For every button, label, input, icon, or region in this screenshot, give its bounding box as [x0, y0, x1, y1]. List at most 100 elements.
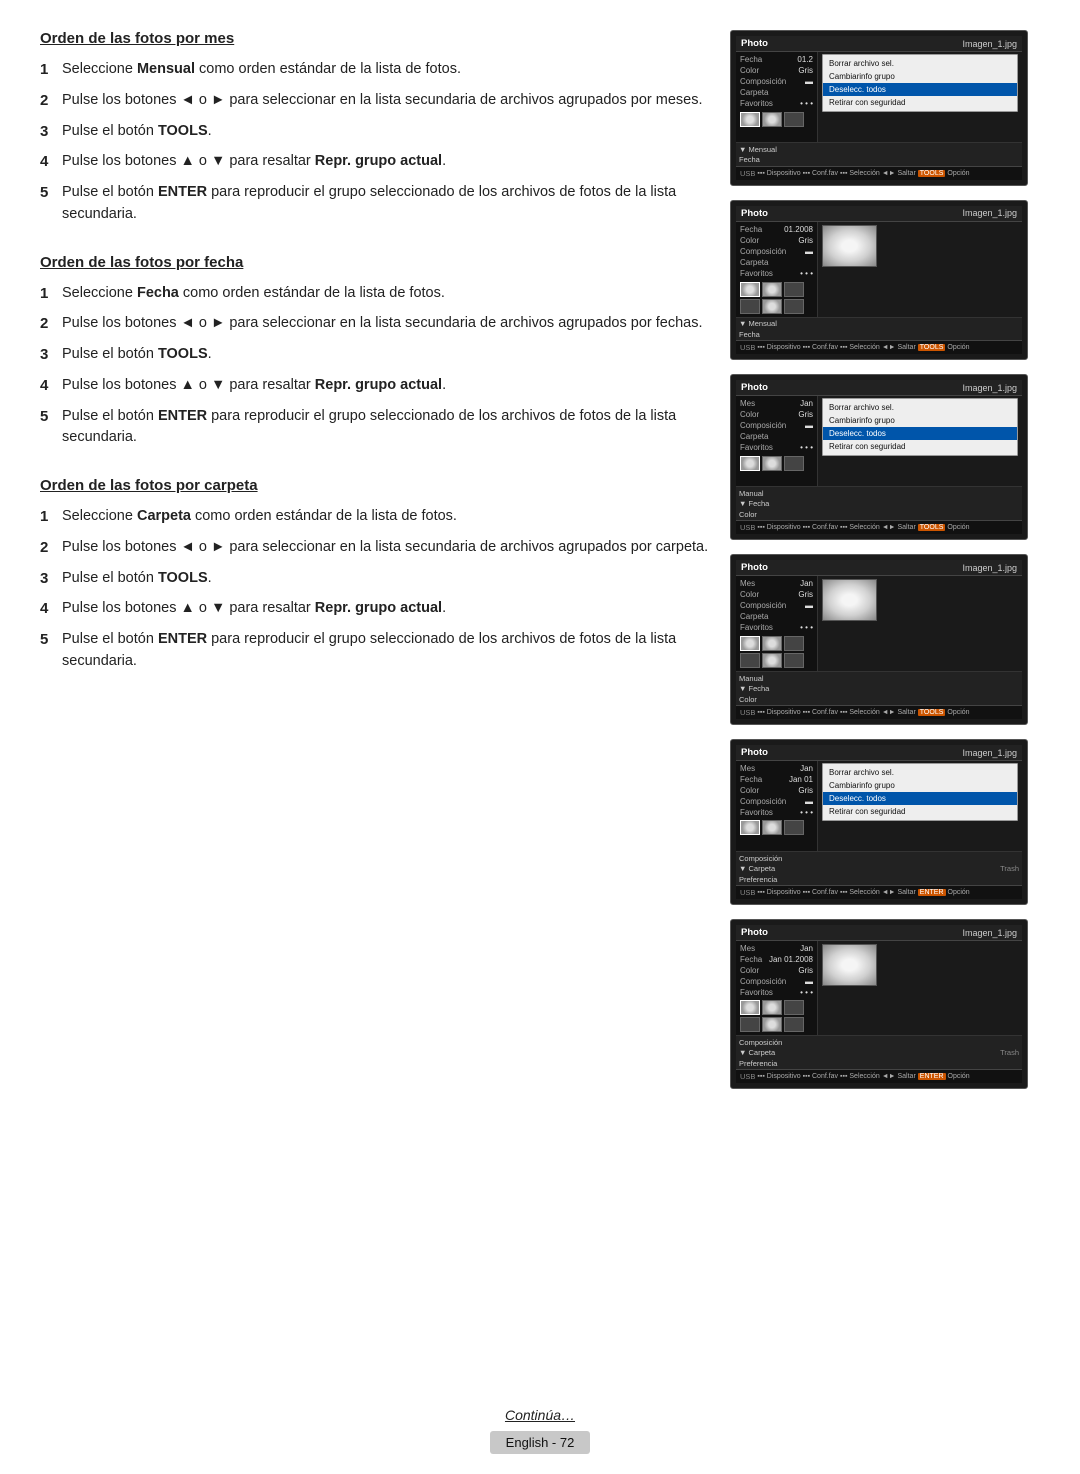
step-item: 5 Pulse el botón ENTER para reproducir e… [40, 629, 710, 673]
screen-label: Photo [741, 208, 768, 219]
meta-row: Carpeta [740, 432, 813, 441]
screen-top-bar: Photo Imagen_1.jpg [736, 380, 1022, 396]
meta-row: Composición ▬ [740, 601, 813, 610]
meta-row: Composición ▬ [740, 77, 813, 86]
thumb-row [740, 636, 813, 651]
step-number: 1 [40, 506, 62, 528]
screen-prefs-row: ▼ Mensual [736, 142, 1022, 155]
thumbnail [762, 820, 782, 835]
step-number: 4 [40, 598, 62, 620]
screen-mes-2: Photo Imagen_1.jpg Fecha 01.2008 Color G… [730, 200, 1028, 361]
step-text: Pulse el botón ENTER para reproducir el … [62, 182, 710, 226]
thumb-row [740, 1017, 813, 1032]
screen-fecha-1: Photo Imagen_1.jpg Mes Jan Color Gris Co… [730, 374, 1028, 540]
step-item: 4 Pulse los botones ▲ o ▼ para resaltar … [40, 151, 710, 173]
meta-row: Mes Jan [740, 944, 813, 953]
meta-row: Mes Jan [740, 764, 813, 773]
step-item: 3 Pulse el botón TOOLS. [40, 568, 710, 590]
step-item: 2 Pulse los botones ◄ o ► para seleccion… [40, 313, 710, 335]
screen-prefs-row: Composición [736, 1035, 1022, 1048]
screen-prefs-row2: Fecha [736, 330, 1022, 341]
screen-prefs-row3: Preferencia [736, 875, 1022, 886]
screen-top-bar: Photo Imagen_1.jpg [736, 560, 1022, 576]
screen-prefs-row2: ▼ Fecha [736, 499, 1022, 510]
screen-right-preview [818, 941, 1022, 1035]
meta-row: Color Gris [740, 66, 813, 75]
continue-text: Continúa… [505, 1407, 575, 1423]
thumb-row [740, 1000, 813, 1015]
screen-left-meta: Fecha 01.2 Color Gris Composición ▬ Carp… [736, 52, 818, 142]
meta-row: Fecha Jan 01.2008 [740, 955, 813, 964]
step-number: 5 [40, 182, 62, 204]
step-list-carpeta: 1 Seleccione Carpeta como orden estándar… [40, 506, 710, 673]
meta-row: Mes Jan [740, 579, 813, 588]
context-menu: Borrar archivo sel. Cambiarinfo grupo De… [822, 398, 1018, 456]
large-preview [822, 944, 877, 986]
screen-body-inner: Mes Jan Color Gris Composición ▬ Carpeta [736, 396, 1022, 486]
step-number: 4 [40, 375, 62, 397]
screen-bottom-bar: USB ▪▪▪ Dispositivo ▪▪▪ Conf.fav ▪▪▪ Sel… [736, 166, 1022, 180]
page-footer: Continúa… English - 72 [0, 1407, 1080, 1454]
screen-top-bar: Photo Imagen_1.jpg [736, 925, 1022, 941]
screen-right-menu: Borrar archivo sel. Cambiarinfo grupo De… [818, 52, 1022, 142]
screen-prefs-row3: Color [736, 510, 1022, 521]
screen-body-inner: Fecha 01.2008 Color Gris Composición ▬ C… [736, 222, 1022, 317]
step-number: 1 [40, 59, 62, 81]
step-item: 1 Seleccione Fecha como orden estándar d… [40, 283, 710, 305]
thumbnail [784, 820, 804, 835]
meta-row: Carpeta [740, 258, 813, 267]
thumbnail [784, 1017, 804, 1032]
step-number: 5 [40, 629, 62, 651]
thumbnail [740, 299, 760, 314]
screen-prefs-row2: ▼ Carpeta Trash [736, 1048, 1022, 1059]
menu-item-retirar: Retirar con seguridad [823, 805, 1017, 818]
screen-bottom-bar: USB ▪▪▪ Dispositivo ▪▪▪ Conf.fav ▪▪▪ Sel… [736, 1069, 1022, 1083]
screen-body-inner: Mes Jan Fecha Jan 01.2008 Color Gris Com… [736, 941, 1022, 1035]
thumbnail [762, 653, 782, 668]
screen-body-inner: Mes Jan Color Gris Composición ▬ Carpeta [736, 576, 1022, 671]
menu-item-borrar: Borrar archivo sel. [823, 401, 1017, 414]
screen-bottom-bar: USB ▪▪▪ Dispositivo ▪▪▪ Conf.fav ▪▪▪ Sel… [736, 520, 1022, 534]
step-list-mes: 1 Seleccione Mensual como orden estándar… [40, 59, 710, 226]
thumbnail [784, 456, 804, 471]
section-title-mes: Orden de las fotos por mes [40, 30, 710, 47]
thumbnail [740, 112, 760, 127]
screen-mes-1: Photo Imagen_1.jpg Fecha 01.2 Color Gris… [730, 30, 1028, 186]
screen-label: Photo [741, 927, 768, 938]
meta-row: Fecha 01.2 [740, 55, 813, 64]
screen-right-preview [818, 576, 1022, 671]
thumbnail [762, 1000, 782, 1015]
thumbnail [784, 653, 804, 668]
thumb-row [740, 456, 813, 471]
meta-row: Mes Jan [740, 399, 813, 408]
thumb-row [740, 112, 813, 127]
meta-row: Favoritos • • • [740, 99, 813, 108]
screen-filename: Imagen_1.jpg [962, 563, 1017, 573]
screen-left-meta: Mes Jan Color Gris Composición ▬ Carpeta [736, 576, 818, 671]
step-number: 2 [40, 537, 62, 559]
menu-item-borrar: Borrar archivo sel. [823, 57, 1017, 70]
menu-item-deselecc: Deselecc. todos [823, 83, 1017, 96]
screen-top-bar: Photo Imagen_1.jpg [736, 745, 1022, 761]
menu-item-borrar: Borrar archivo sel. [823, 766, 1017, 779]
menu-item-retirar: Retirar con seguridad [823, 96, 1017, 109]
screen-left-meta: Mes Jan Fecha Jan 01 Color Gris Composic… [736, 761, 818, 851]
step-text: Pulse los botones ◄ o ► para seleccionar… [62, 90, 702, 112]
step-text: Pulse el botón TOOLS. [62, 121, 212, 143]
meta-row: Color Gris [740, 966, 813, 975]
thumb-row [740, 653, 813, 668]
screen-right-preview [818, 222, 1022, 317]
meta-row: Composición ▬ [740, 247, 813, 256]
screen-prefs-row2: ▼ Carpeta Trash [736, 864, 1022, 875]
screen-filename: Imagen_1.jpg [962, 928, 1017, 938]
large-preview [822, 225, 877, 267]
thumbnail [762, 456, 782, 471]
thumbnail [762, 282, 782, 297]
meta-row: Favoritos • • • [740, 808, 813, 817]
step-text: Pulse los botones ◄ o ► para seleccionar… [62, 313, 703, 335]
meta-row: Color Gris [740, 236, 813, 245]
thumbnail [740, 282, 760, 297]
meta-row: Color Gris [740, 786, 813, 795]
step-item: 4 Pulse los botones ▲ o ▼ para resaltar … [40, 598, 710, 620]
step-number: 2 [40, 313, 62, 335]
